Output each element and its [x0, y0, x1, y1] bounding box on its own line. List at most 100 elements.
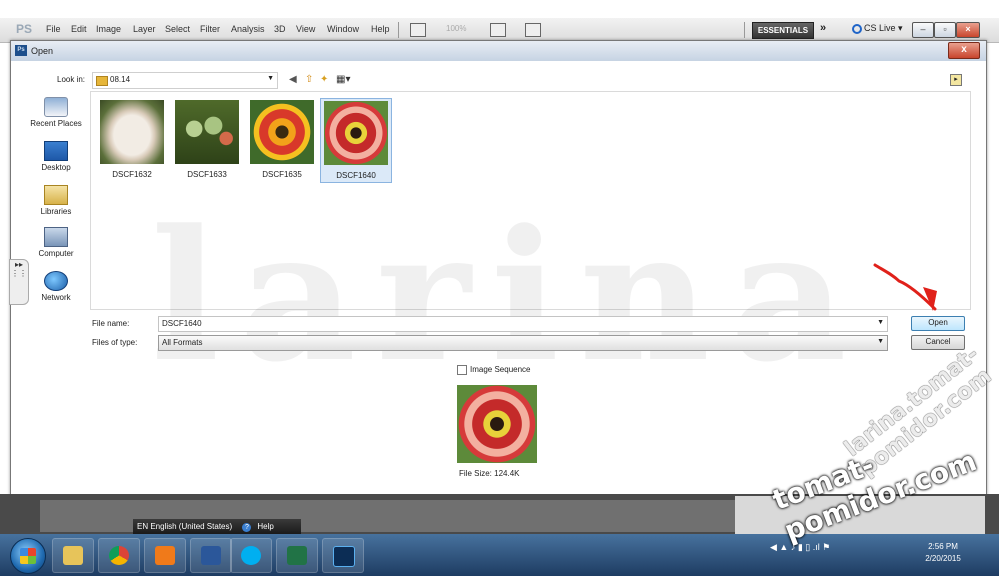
back-icon[interactable]: ◀ — [289, 74, 297, 85]
place-label: Network — [41, 293, 71, 302]
launch-bridge-icon[interactable] — [410, 23, 426, 37]
app-close-button[interactable]: × — [956, 22, 980, 38]
cancel-button[interactable]: Cancel — [911, 335, 965, 350]
place-network[interactable]: Network — [21, 271, 91, 302]
media-player-icon — [155, 546, 175, 565]
menubar-divider — [744, 22, 745, 38]
libraries-icon — [44, 185, 68, 205]
file-item[interactable]: DSCF1635 — [247, 100, 317, 179]
file-item[interactable]: DSCF1632 — [97, 100, 167, 179]
file-item[interactable]: DSCF1633 — [172, 100, 242, 179]
taskbar-skype[interactable] — [230, 538, 272, 573]
file-name: DSCF1635 — [262, 170, 302, 179]
explorer-icon — [63, 546, 83, 565]
place-desktop[interactable]: Desktop — [21, 141, 91, 172]
view-menu-icon[interactable]: ▦▾ — [336, 74, 350, 85]
file-name-field[interactable]: DSCF1640 ▼ — [158, 316, 888, 332]
language-label: EN English (United States) — [137, 522, 233, 531]
taskbar-clock[interactable]: 2:56 PM 2/20/2015 — [920, 541, 966, 565]
cs-live-menu[interactable]: CS Live ▾ — [852, 23, 903, 34]
file-type-value: All Formats — [162, 338, 203, 347]
look-in-value: 08.14 — [110, 75, 131, 84]
dialog-titlebar: Ps Open x — [11, 41, 986, 61]
folder-options-icon[interactable]: ▸ — [950, 74, 962, 86]
help-label: Help — [257, 522, 274, 531]
file-thumbnail — [175, 100, 239, 164]
taskbar-chrome[interactable] — [98, 538, 140, 573]
file-name-value: DSCF1640 — [162, 319, 202, 328]
menu-file[interactable]: File — [46, 24, 61, 34]
word-icon — [201, 546, 221, 565]
file-thumbnail — [100, 100, 164, 164]
menu-edit[interactable]: Edit — [71, 24, 87, 34]
folder-icon — [96, 76, 108, 86]
file-type-select[interactable]: All Formats ▼ — [158, 335, 888, 351]
photoshop-app-icon: Ps — [15, 45, 27, 56]
desktop-icon — [44, 141, 68, 161]
up-folder-icon[interactable]: ⇧ — [305, 74, 313, 85]
workspace-overflow-button[interactable]: » — [820, 22, 826, 34]
arrange-documents-icon[interactable] — [490, 23, 506, 37]
place-libraries[interactable]: Libraries — [21, 185, 91, 216]
taskbar-photoshop[interactable] — [322, 538, 364, 573]
photoshop-logo: PS — [16, 22, 33, 36]
screen-mode-icon[interactable] — [525, 23, 541, 37]
menu-view[interactable]: View — [296, 24, 315, 34]
maximize-button[interactable]: ▫ — [934, 22, 956, 38]
look-in-dropdown[interactable]: 08.14 ▼ — [92, 72, 278, 89]
new-folder-icon[interactable]: ✦ — [320, 74, 328, 85]
preview-image — [457, 385, 537, 463]
open-button[interactable]: Open — [911, 316, 965, 331]
image-sequence-label: Image Sequence — [470, 365, 531, 375]
help-icon: ? — [242, 523, 252, 532]
menu-select[interactable]: Select — [165, 24, 190, 34]
taskbar-explorer[interactable] — [52, 538, 94, 573]
computer-icon — [44, 227, 68, 247]
panel-collapse-handle[interactable]: ▸▸ ⋮⋮ — [9, 259, 29, 305]
skype-icon — [241, 546, 261, 565]
menu-layer[interactable]: Layer — [133, 24, 156, 34]
place-computer[interactable]: Computer — [21, 227, 91, 258]
file-list: DSCF1632 DSCF1633 DSCF1635 DSCF1640 — [90, 91, 971, 310]
minimize-button[interactable]: – — [912, 22, 934, 38]
file-name: DSCF1632 — [112, 170, 152, 179]
clock-time: 2:56 PM — [928, 542, 958, 551]
look-in-label: Look in: — [57, 75, 86, 84]
place-label: Computer — [38, 249, 74, 258]
place-label: Desktop — [41, 163, 71, 172]
taskbar-word[interactable] — [190, 538, 232, 573]
menu-filter[interactable]: Filter — [200, 24, 220, 34]
menu-analysis[interactable]: Analysis — [231, 24, 265, 34]
file-name: DSCF1633 — [187, 170, 227, 179]
menu-3d[interactable]: 3D — [274, 24, 286, 34]
workspace-switcher[interactable]: ESSENTIALS — [752, 22, 814, 39]
file-size-text: File Size: 124.4K — [459, 469, 520, 478]
menu-help[interactable]: Help — [371, 24, 390, 34]
chevron-down-icon: ▼ — [267, 75, 274, 82]
language-bar[interactable]: EN English (United States) ? Help — [133, 519, 301, 534]
clock-date: 2/20/2015 — [925, 554, 961, 563]
file-type-label: Files of type: — [92, 338, 138, 347]
taskbar-excel[interactable] — [276, 538, 318, 573]
image-sequence-option[interactable]: Image Sequence — [457, 365, 531, 375]
menu-image[interactable]: Image — [96, 24, 121, 34]
start-button[interactable] — [10, 538, 46, 574]
file-item-selected[interactable]: DSCF1640 — [320, 98, 392, 183]
zoom-level[interactable]: 100% — [446, 24, 466, 33]
menu-window[interactable]: Window — [327, 24, 359, 34]
windows-taskbar: ◀ ▲ ♪ ▮ ▯ .ıl ⚑ 2:56 PM 2/20/2015 — [0, 534, 999, 576]
windows-logo-icon — [20, 548, 36, 564]
annotation-arrow-icon — [873, 263, 937, 311]
menubar-divider — [398, 22, 399, 38]
taskbar-media-player[interactable] — [144, 538, 186, 573]
place-recent-places[interactable]: Recent Places — [21, 97, 91, 128]
image-sequence-checkbox[interactable] — [457, 365, 467, 375]
dialog-close-button[interactable]: x — [948, 42, 980, 59]
help-item[interactable]: ? Help — [238, 522, 274, 532]
file-name-label: File name: — [92, 319, 130, 328]
chevron-down-icon[interactable]: ▼ — [877, 319, 884, 326]
dialog-title: Open — [31, 46, 54, 56]
recent-places-icon — [44, 97, 68, 117]
cs-live-label: CS Live ▾ — [864, 23, 903, 33]
places-bar: Recent Places Desktop Libraries Computer… — [21, 91, 91, 309]
